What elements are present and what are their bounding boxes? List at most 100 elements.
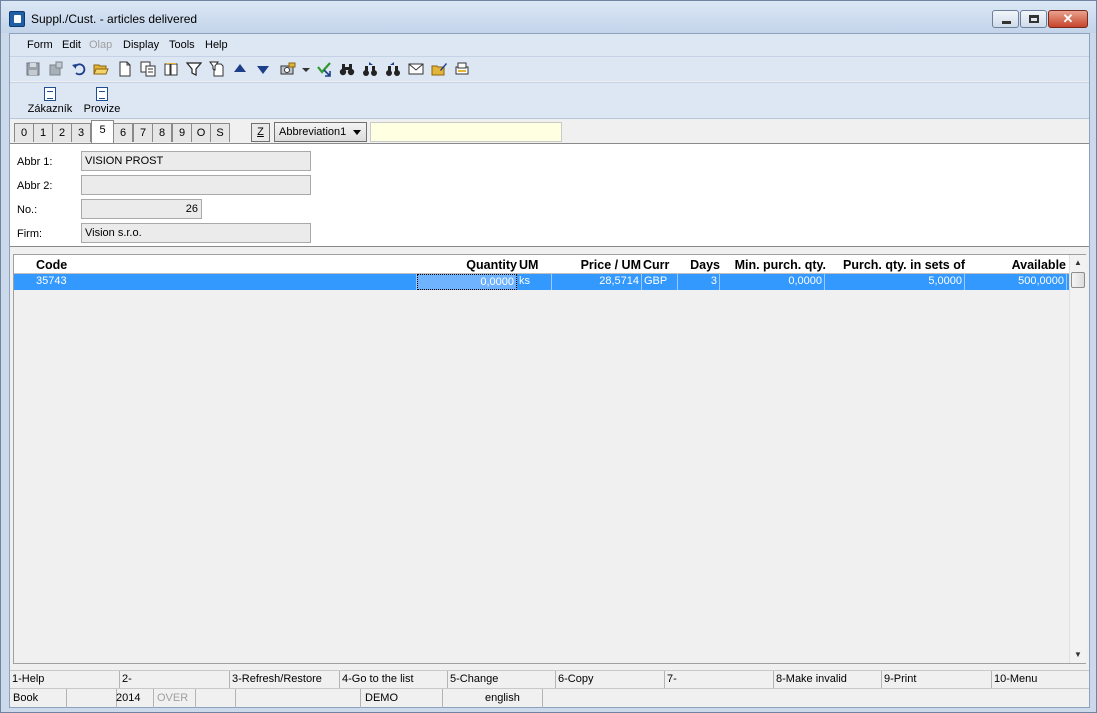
abbr2-field[interactable] (81, 175, 311, 195)
undo-icon[interactable] (71, 61, 87, 77)
col-um[interactable]: UM (519, 258, 538, 272)
menu-help[interactable]: Help (205, 39, 228, 51)
application-window: Suppl./Cust. - articles delivered ✕ Form… (0, 0, 1097, 713)
tab-9[interactable]: 9 (172, 123, 192, 142)
cell-sets-of[interactable]: 5,0000 (825, 274, 965, 290)
fkey-change[interactable]: 5-Change (448, 671, 556, 689)
tab-0[interactable]: 0 (14, 123, 34, 142)
menu-edit[interactable]: Edit (62, 39, 81, 51)
scroll-down-icon[interactable]: ▼ (1070, 647, 1086, 663)
close-button[interactable]: ✕ (1048, 10, 1088, 28)
tab-1[interactable]: 1 (33, 123, 53, 142)
cell-available[interactable]: 500,0000 (965, 274, 1067, 290)
tab-7[interactable]: 7 (133, 123, 153, 142)
col-currency[interactable]: Curr (643, 258, 677, 272)
cell-days[interactable]: 3 (678, 274, 720, 290)
cell-currency[interactable]: GBP (642, 274, 678, 290)
tab-s[interactable]: S (210, 123, 230, 142)
tab-6[interactable]: 6 (113, 123, 133, 142)
open-folder-icon[interactable] (93, 61, 109, 77)
col-min-purch-qty[interactable]: Min. purch. qty. (721, 258, 826, 272)
menu-olap[interactable]: Olap (89, 39, 112, 51)
fkey-2[interactable]: 2- (120, 671, 230, 689)
col-available[interactable]: Available (966, 258, 1066, 272)
commission-button[interactable]: Provize (81, 85, 123, 117)
status-year: 2014 (113, 689, 154, 708)
fkey-go-to-list[interactable]: 4-Go to the list (340, 671, 448, 689)
col-purch-sets[interactable]: Purch. qty. in sets of (826, 258, 965, 272)
scroll-thumb[interactable] (1071, 272, 1085, 288)
tab-3[interactable]: 3 (71, 123, 91, 142)
binoculars-prev-icon[interactable] (385, 61, 401, 77)
check-arrow-icon[interactable] (316, 61, 332, 77)
fkey-7[interactable]: 7- (665, 671, 774, 689)
tab-5[interactable]: 5 (91, 120, 114, 143)
filter-icon[interactable] (186, 61, 202, 77)
cell-um[interactable]: ks (517, 274, 552, 290)
menu-form[interactable]: Form (27, 39, 53, 51)
minimize-button[interactable] (992, 10, 1019, 28)
copy-icon[interactable] (140, 61, 156, 77)
customer-button[interactable]: Zákazník (25, 85, 75, 117)
dropdown-icon[interactable] (298, 61, 314, 77)
filter-document-icon[interactable] (209, 61, 225, 77)
binoculars-next-icon[interactable] (362, 61, 378, 77)
cell-min-qty[interactable]: 0,0000 (720, 274, 825, 290)
status-mode: OVER (154, 689, 196, 708)
save-icon[interactable] (25, 61, 41, 77)
function-key-bar: 1-Help 2- 3-Refresh/Restore 4-Go to the … (10, 670, 1089, 689)
firm-label: Firm: (17, 228, 43, 240)
edit-folder-icon[interactable] (431, 61, 447, 77)
search-input[interactable] (370, 122, 562, 142)
app-icon (9, 11, 25, 27)
col-code[interactable]: Code (36, 258, 67, 272)
sort-field-value: Abbreviation1 (279, 126, 347, 138)
grid-header: Code Quantity UM Price / UM Curr Days Mi… (14, 255, 1069, 274)
status-blank-b (196, 689, 236, 708)
binoculars-icon[interactable] (339, 61, 355, 77)
fkey-menu[interactable]: 10-Menu (992, 671, 1089, 689)
firm-field[interactable]: Vision s.r.o. (81, 223, 311, 243)
new-document-icon[interactable] (117, 61, 133, 77)
vertical-scrollbar[interactable]: ▲ ▼ (1069, 255, 1086, 663)
title-bar[interactable]: Suppl./Cust. - articles delivered ✕ (1, 1, 1096, 33)
number-label: No.: (17, 204, 38, 216)
fkey-make-invalid[interactable]: 8-Make invalid (774, 671, 882, 689)
mail-icon[interactable] (408, 61, 424, 77)
tab-8[interactable]: 8 (152, 123, 172, 142)
sort-direction-button[interactable]: Z (251, 123, 270, 142)
print-list-icon[interactable] (454, 61, 470, 77)
menu-tools[interactable]: Tools (169, 39, 195, 51)
col-quantity[interactable]: Quantity (434, 258, 517, 272)
scroll-up-icon[interactable]: ▲ (1070, 255, 1086, 271)
status-database: DEMO (361, 689, 443, 708)
down-arrow-icon[interactable] (255, 61, 271, 77)
number-field[interactable]: 26 (81, 199, 202, 219)
articles-grid: Code Quantity UM Price / UM Curr Days Mi… (13, 254, 1086, 664)
tab-2[interactable]: 2 (52, 123, 72, 142)
fkey-print[interactable]: 9-Print (882, 671, 992, 689)
up-arrow-icon[interactable] (232, 61, 248, 77)
cell-quantity[interactable]: 0,0000 (417, 274, 517, 290)
window-title: Suppl./Cust. - articles delivered (31, 12, 198, 26)
fkey-help[interactable]: 1-Help (10, 671, 120, 689)
book-icon[interactable] (163, 61, 179, 77)
abbr1-field[interactable]: VISION PROST (81, 151, 311, 171)
col-days[interactable]: Days (678, 258, 720, 272)
sort-field-select[interactable]: Abbreviation1 (274, 122, 367, 142)
cell-price[interactable]: 28,5714 (552, 274, 642, 290)
col-price-um[interactable]: Price / UM (554, 258, 641, 272)
status-bar: Book 2014 OVER DEMO english (10, 688, 1089, 708)
cell-code[interactable]: 35743 (34, 274, 417, 290)
maximize-button[interactable] (1020, 10, 1047, 28)
custom-toolbar: Zákazník Provize (10, 82, 1089, 119)
menu-bar: Form Edit Olap Display Tools Help (10, 34, 1089, 56)
status-book: Book (10, 689, 67, 708)
camera-icon[interactable] (280, 61, 296, 77)
fkey-copy[interactable]: 6-Copy (556, 671, 665, 689)
save-disabled-icon[interactable] (48, 61, 64, 77)
menu-display[interactable]: Display (123, 39, 159, 51)
tab-o[interactable]: O (191, 123, 211, 142)
table-row[interactable]: 35743 0,0000 ks 28,5714 GBP 3 0,0000 5,0… (14, 274, 1069, 290)
fkey-refresh[interactable]: 3-Refresh/Restore (230, 671, 340, 689)
